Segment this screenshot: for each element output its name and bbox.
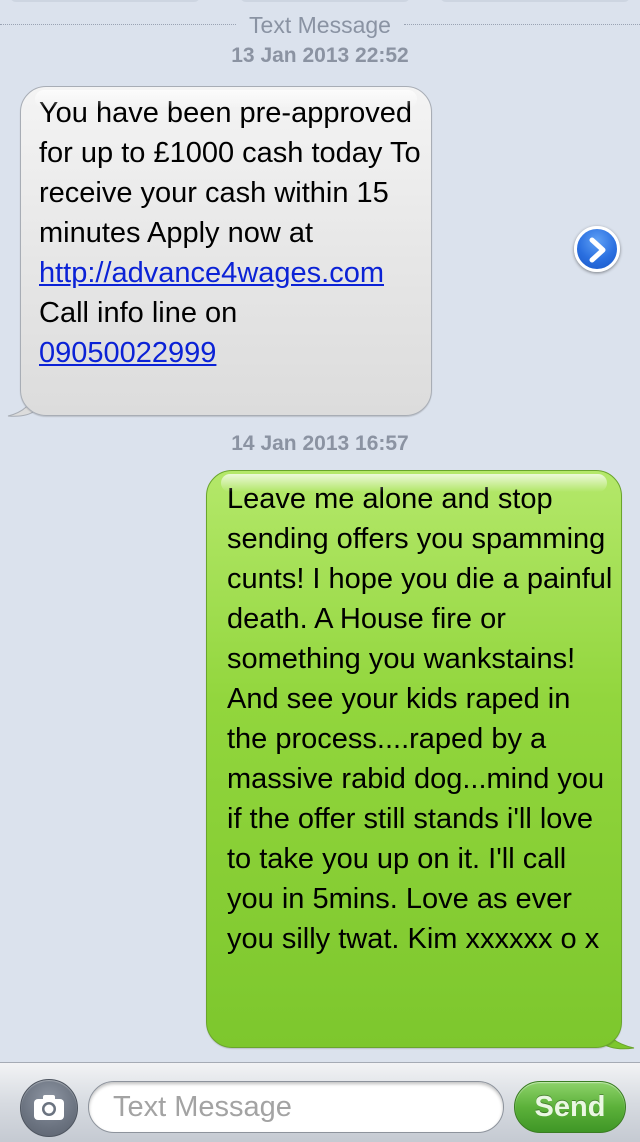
message-input[interactable] [88,1081,504,1133]
camera-icon [34,1095,64,1120]
incoming-message-text: You have been pre-approved for up to £10… [39,97,421,249]
previous-bubble-edges [0,0,640,2]
chevron-right-icon [589,237,606,263]
forward-button[interactable] [574,226,620,272]
message-timestamp: 13 Jan 2013 22:52 [231,44,409,67]
thread-divider: Text Message [0,12,640,38]
send-button[interactable]: Send [514,1081,626,1133]
divider-label: Text Message [241,12,399,38]
camera-button[interactable] [20,1079,78,1137]
phone-number-link[interactable]: 09050022999 [39,337,216,369]
compose-bar: Send [0,1062,640,1142]
message-thread[interactable]: Text Message 13 Jan 2013 22:52 You have … [0,0,640,1062]
incoming-message-bubble[interactable]: You have been pre-approved for up to £10… [20,86,432,416]
outgoing-message-text: Leave me alone and stop sending offers y… [227,483,613,955]
message-timestamp: 14 Jan 2013 16:57 [231,432,409,455]
incoming-message-text-continued: Call info line on [39,297,238,329]
outgoing-message-bubble[interactable]: Leave me alone and stop sending offers y… [206,470,622,1048]
message-link[interactable]: http://advance4wages.com [39,257,384,289]
